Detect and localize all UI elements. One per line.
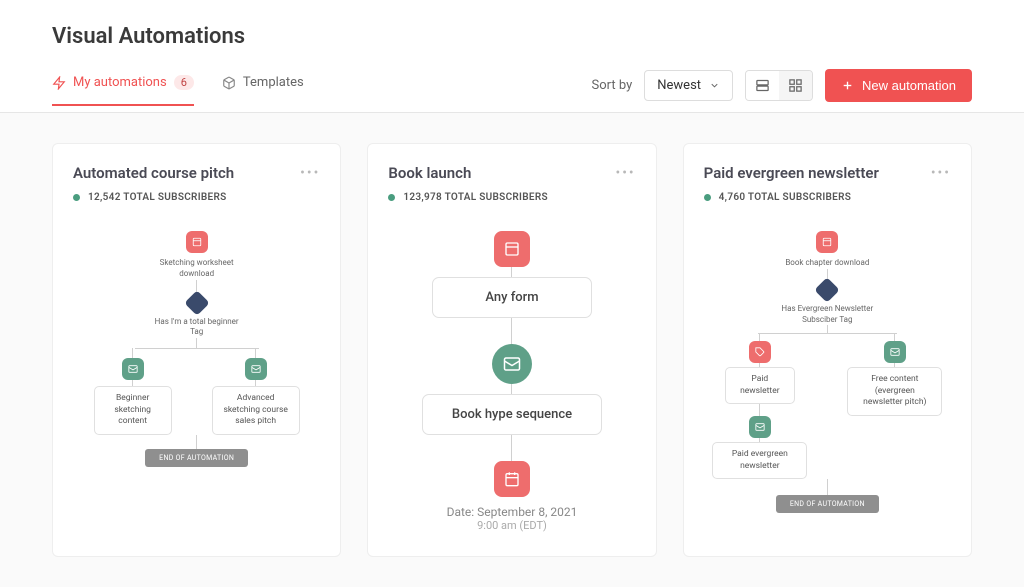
view-toggle — [745, 70, 813, 101]
tab-label: My automations — [73, 75, 167, 90]
card-title: Automated course pitch — [73, 164, 234, 182]
more-icon[interactable]: ••• — [300, 165, 320, 181]
automation-diagram: Any form Book hype sequence Date: Septem… — [388, 231, 635, 532]
subscriber-count: 123,978 TOTAL SUBSCRIBERS — [403, 192, 548, 203]
node-pill: Free content (evergreen newsletter pitch… — [847, 367, 942, 415]
cube-icon — [222, 76, 236, 90]
card-title: Book launch — [388, 164, 471, 182]
sort-value: Newest — [657, 78, 701, 93]
node-pill: Any form — [432, 277, 592, 318]
status-dot-icon — [388, 194, 395, 201]
status-dot-icon — [704, 194, 711, 201]
node-pill: Beginner sketching content — [94, 386, 172, 434]
sequence-node-icon — [492, 344, 532, 384]
condition-node-icon — [815, 277, 840, 302]
more-icon[interactable]: ••• — [615, 165, 635, 181]
page-title: Visual Automations — [52, 24, 972, 49]
end-badge: END OF AUTOMATION — [776, 495, 879, 513]
subscriber-count: 12,542 TOTAL SUBSCRIBERS — [88, 192, 227, 203]
node-time: 9:00 am (EDT) — [477, 519, 547, 532]
automation-diagram: Book chapter download Has Evergreen News… — [704, 231, 951, 513]
sequence-node-icon — [245, 358, 267, 380]
node-pill: Advanced sketching course sales pitch — [212, 386, 300, 434]
new-automation-button[interactable]: New automation — [825, 69, 972, 102]
condition-node-icon — [184, 290, 209, 315]
form-node-icon — [186, 231, 208, 253]
tab-count-badge: 6 — [174, 75, 194, 90]
form-node-icon — [494, 231, 530, 267]
sequence-node-icon — [122, 358, 144, 380]
automation-diagram: Sketching worksheet download Has I'm a t… — [73, 231, 320, 467]
automation-card[interactable]: Automated course pitch ••• 12,542 TOTAL … — [52, 143, 341, 557]
more-icon[interactable]: ••• — [931, 165, 951, 181]
date-node-icon — [494, 461, 530, 497]
sort-select[interactable]: Newest — [644, 70, 733, 101]
node-label: Sketching worksheet download — [152, 258, 242, 280]
tab-my-automations[interactable]: My automations 6 — [52, 75, 194, 106]
view-list-button[interactable] — [746, 71, 779, 100]
node-pill: Paid newsletter — [725, 367, 795, 404]
tab-label: Templates — [243, 75, 304, 90]
node-label: Has I'm a total beginner Tag — [152, 317, 242, 339]
tab-templates[interactable]: Templates — [222, 75, 304, 106]
sequence-node-icon — [884, 341, 906, 363]
end-badge: END OF AUTOMATION — [145, 449, 248, 467]
node-pill: Paid evergreen newsletter — [712, 442, 807, 479]
sort-label: Sort by — [592, 78, 633, 93]
tag-node-icon — [749, 341, 771, 363]
node-label: Has Evergreen Newsletter Subsciber Tag — [772, 304, 882, 326]
node-date: Date: September 8, 2021 — [447, 505, 578, 519]
subscriber-count: 4,760 TOTAL SUBSCRIBERS — [719, 192, 852, 203]
chevron-down-icon — [709, 80, 720, 91]
node-label: Book chapter download — [785, 258, 869, 269]
automation-card[interactable]: Book launch ••• 123,978 TOTAL SUBSCRIBER… — [367, 143, 656, 557]
status-dot-icon — [73, 194, 80, 201]
card-title: Paid evergreen newsletter — [704, 164, 879, 182]
button-label: New automation — [862, 78, 956, 93]
sequence-node-icon — [749, 416, 771, 438]
node-pill: Book hype sequence — [422, 394, 602, 435]
tabs: My automations 6 Templates — [52, 75, 304, 106]
view-grid-button[interactable] — [779, 71, 812, 100]
form-node-icon — [816, 231, 838, 253]
plus-icon — [841, 79, 854, 92]
automation-card[interactable]: Paid evergreen newsletter ••• 4,760 TOTA… — [683, 143, 972, 557]
lightning-icon — [52, 76, 66, 90]
